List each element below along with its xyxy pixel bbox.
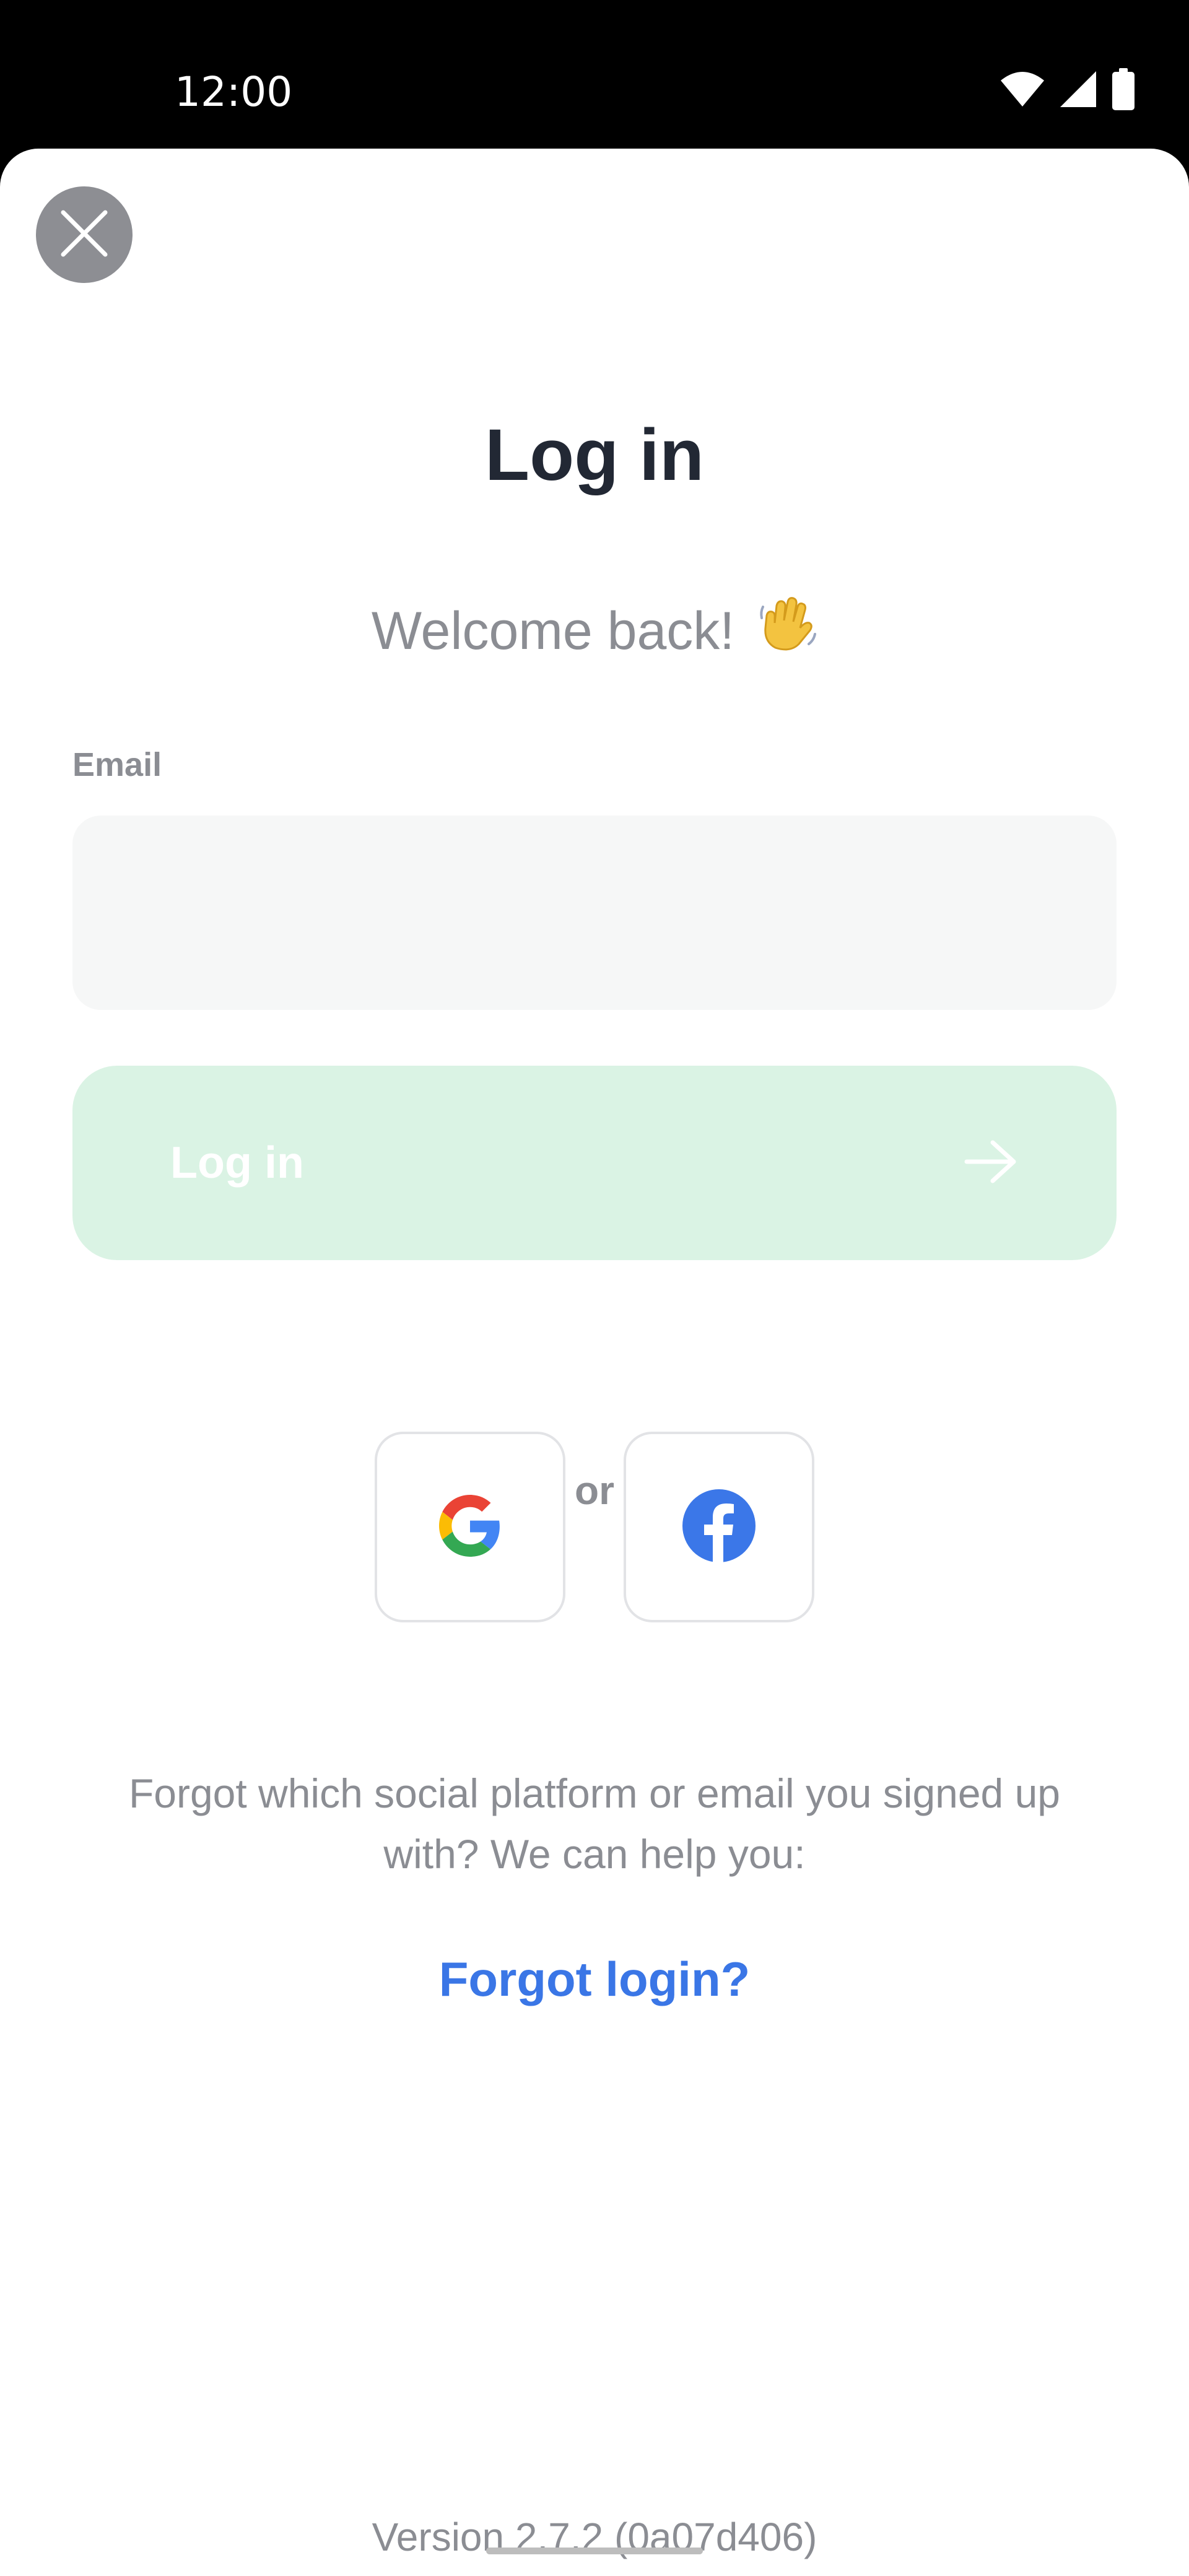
welcome-subtitle: Welcome back! <box>0 593 1189 669</box>
page-title: Log in <box>485 414 704 496</box>
email-label: Email <box>72 746 162 783</box>
welcome-text: Welcome back! <box>371 601 735 661</box>
version-text: Version 2.7.2 (0a07d406) <box>372 2515 817 2559</box>
facebook-icon <box>682 1489 756 1565</box>
facebook-login-button[interactable] <box>624 1432 814 1622</box>
wifi-icon <box>1000 71 1045 111</box>
help-text: Forgot which social platform or email yo… <box>128 1770 1061 1877</box>
or-divider: or <box>575 1468 614 1513</box>
login-button[interactable]: Log in <box>72 1066 1117 1260</box>
battery-icon <box>1111 68 1136 113</box>
status-time: 12:00 <box>175 68 293 116</box>
close-icon <box>58 207 110 263</box>
home-indicator[interactable] <box>486 2548 703 2554</box>
login-sheet: Log in Welcome back! Email Log in or For… <box>0 149 1189 2576</box>
google-login-button[interactable] <box>375 1432 565 1622</box>
email-field[interactable] <box>72 816 1117 1010</box>
arrow-right-icon <box>964 1140 1017 1186</box>
status-bar: 12:00 <box>0 0 1189 149</box>
status-icons <box>1000 68 1136 113</box>
forgot-login-link[interactable]: Forgot login? <box>0 1948 1189 2010</box>
waving-hand-icon <box>758 593 817 669</box>
google-icon <box>439 1494 501 1560</box>
login-button-label: Log in <box>170 1138 304 1188</box>
close-button[interactable] <box>36 186 133 283</box>
cellular-signal-icon <box>1059 70 1097 111</box>
